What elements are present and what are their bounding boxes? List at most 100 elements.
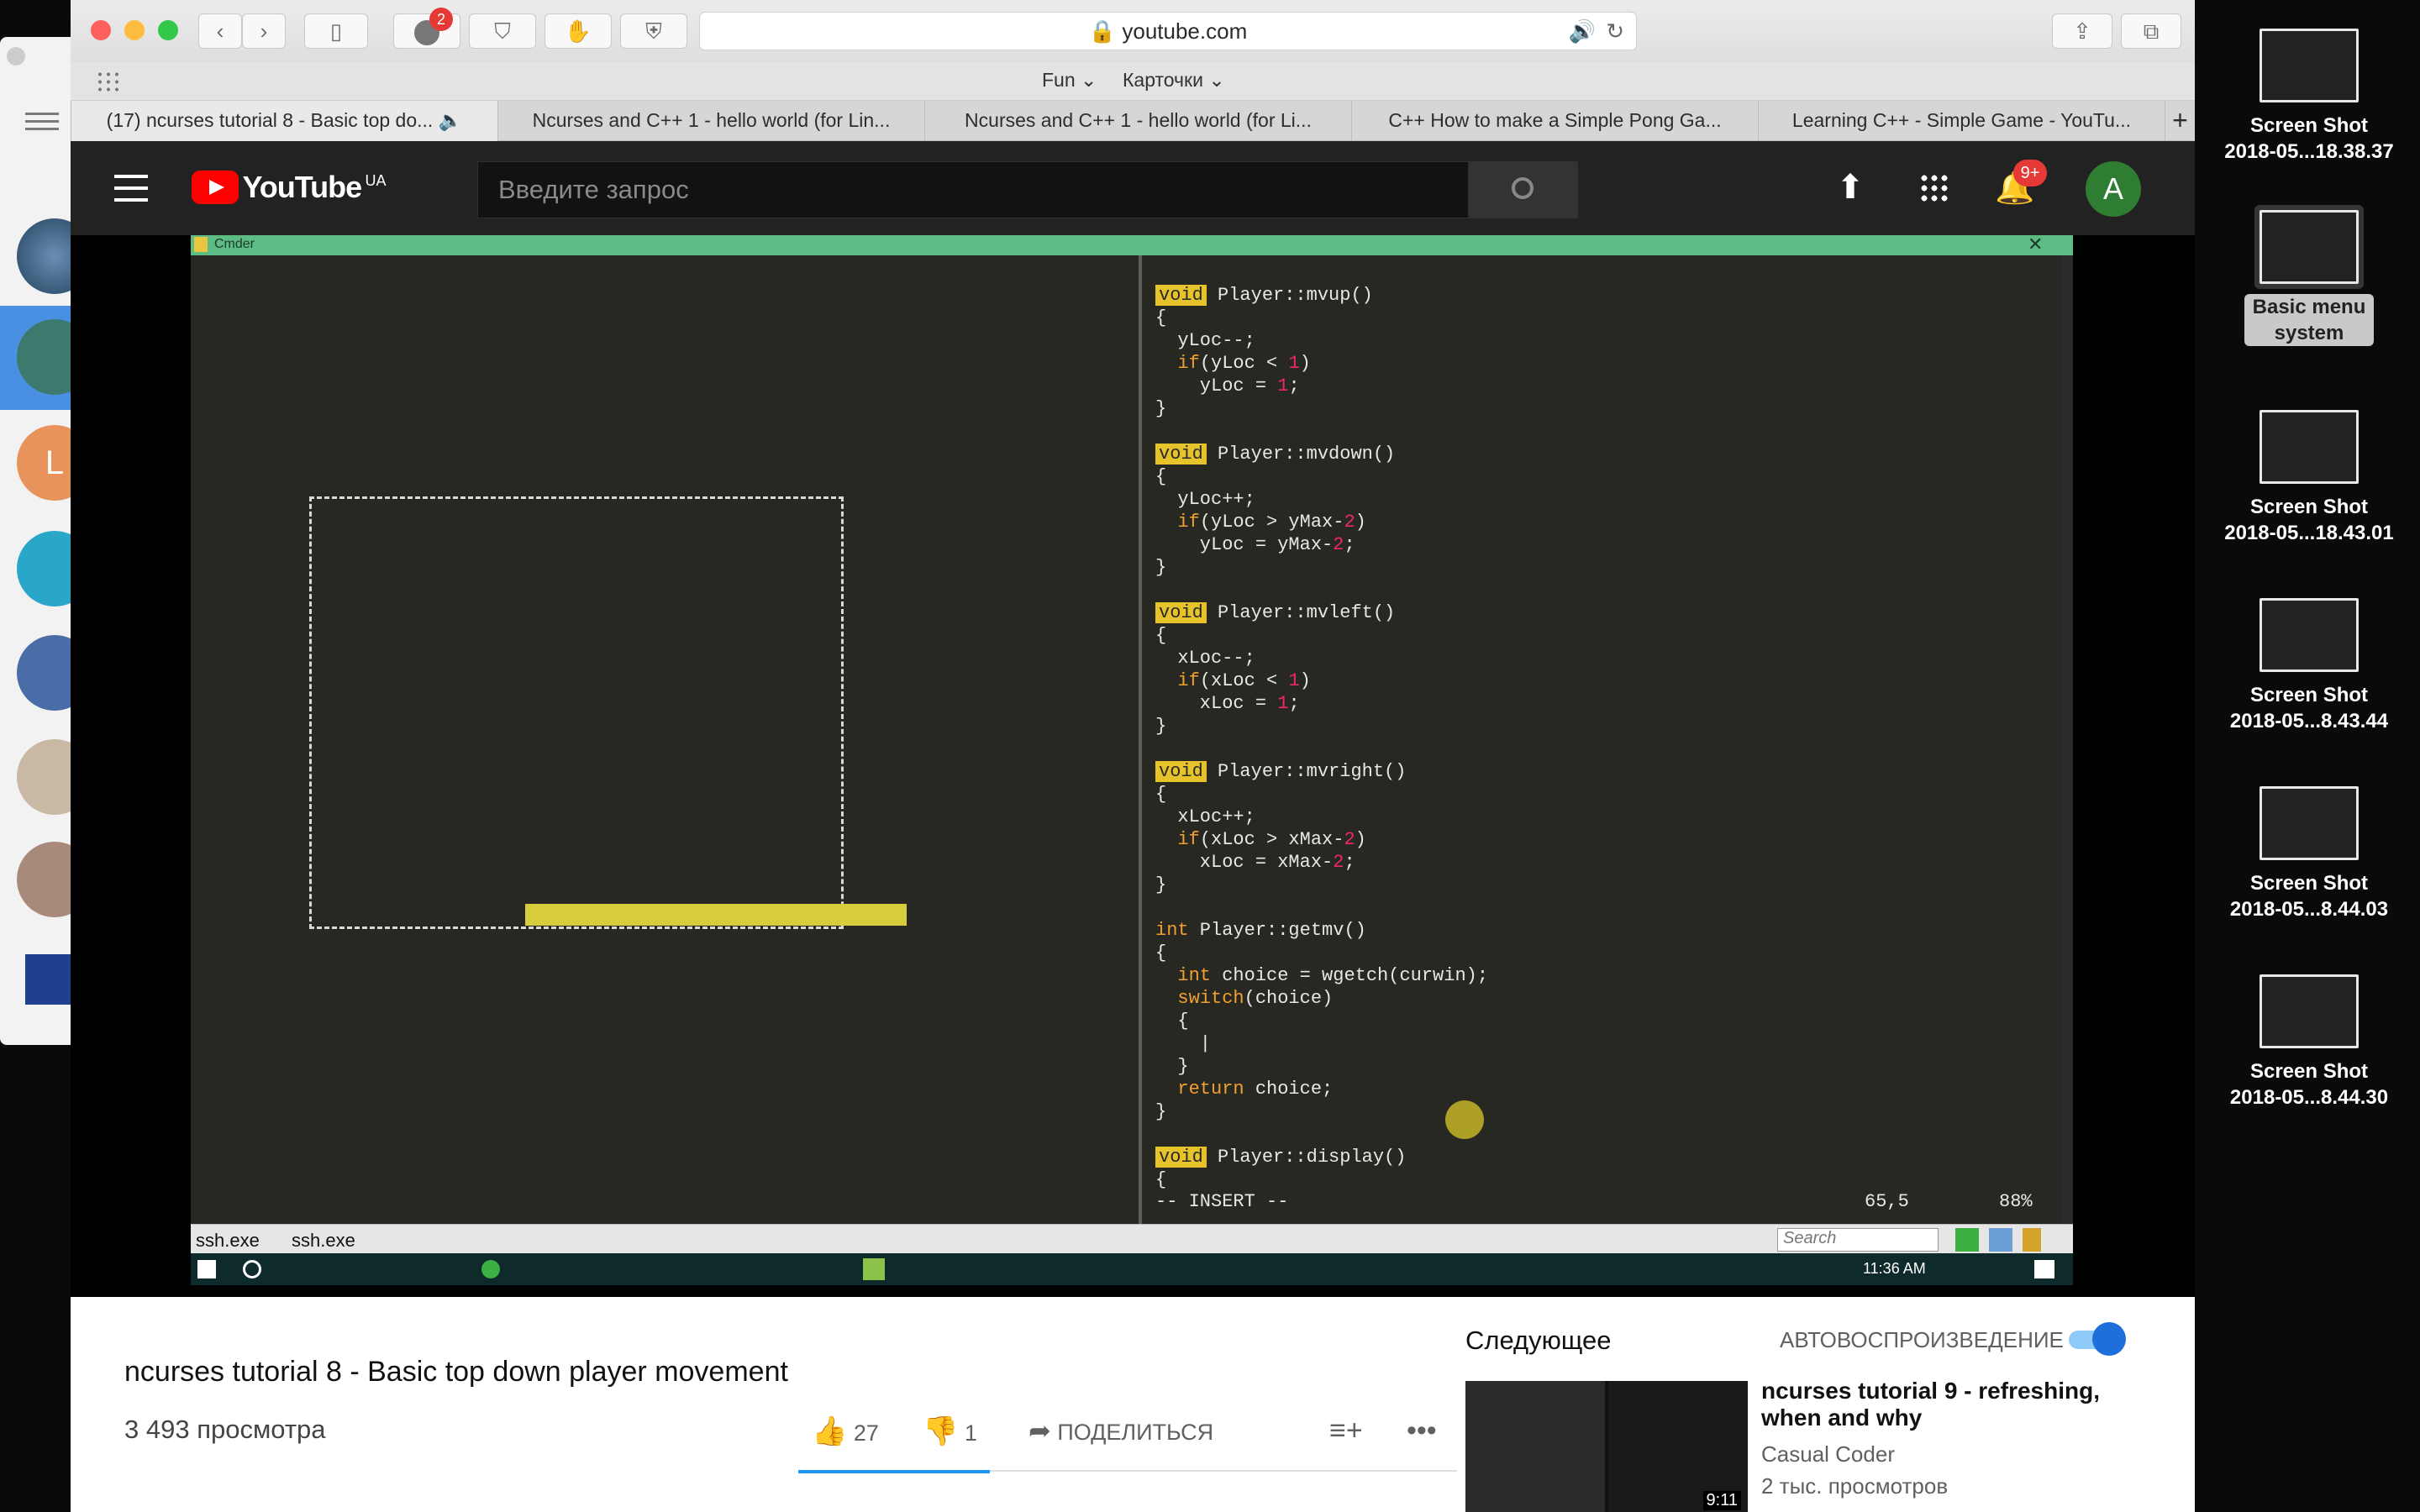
autoplay-toggle[interactable] [2065, 1322, 2128, 1356]
video-player[interactable]: Cmder ✕ void Player::mvup() { yLoc--; if… [71, 234, 2195, 1297]
pane-divider [1139, 255, 1142, 1224]
hamburger-menu-icon[interactable] [114, 175, 148, 202]
favorite-fun[interactable]: Fun ⌄ [1042, 69, 1097, 92]
desktop-file-icon[interactable]: Screen Shot 2018-05...8.44.03 [2208, 786, 2410, 922]
next-video-title[interactable]: ncurses tutorial 9 - refreshing, when an… [1761, 1378, 2114, 1431]
cmder-taskbar-icon[interactable] [863, 1258, 885, 1280]
file-name-line: Screen Shot [2249, 1060, 2369, 1083]
zoom-window-button[interactable] [158, 20, 178, 40]
share-button[interactable]: ➦ ПОДЕЛИТЬСЯ [1028, 1415, 1213, 1446]
tab[interactable]: Ncurses and C++ 1 - hello world (for Li.… [924, 101, 1351, 141]
windows-start-icon[interactable] [197, 1260, 216, 1278]
minimize-window-button[interactable] [124, 20, 145, 40]
dislike-button[interactable]: 👎 1 [923, 1415, 977, 1448]
search-button[interactable] [1469, 161, 1578, 218]
hamburger-menu-icon[interactable] [25, 108, 59, 133]
tab-bar: (17) ncurses tutorial 8 - Basic top do..… [71, 101, 2195, 141]
url-text: youtube.com [1122, 18, 1248, 44]
apps-grid-icon[interactable] [1919, 173, 1948, 202]
lock-icon[interactable] [2023, 1228, 2041, 1252]
file-name-line: Screen Shot [2249, 872, 2369, 895]
it-hub-logo[interactable] [25, 954, 76, 1005]
cmder-search-input[interactable]: Search [1777, 1228, 1939, 1252]
vim-statusline: -- INSERT -- 65,5 88% [1155, 1191, 2063, 1212]
like-button[interactable]: 👍 27 [812, 1415, 879, 1448]
back-icon[interactable]: ‹ [198, 13, 242, 49]
vim-mode: -- INSERT -- [1155, 1191, 1289, 1212]
desktop-file-icon[interactable]: Screen Shot 2018-05...8.44.30 [2208, 974, 2410, 1110]
share-icon[interactable]: ⇪ [2052, 13, 2112, 49]
adblock-badge: 2 [429, 8, 453, 31]
screenshot-thumbnail [2260, 974, 2359, 1048]
next-video-thumbnail[interactable]: 9:11 [1465, 1381, 1748, 1512]
file-name-line: Screen Shot [2249, 496, 2369, 518]
sidebar-icon[interactable]: ▯ [304, 13, 368, 49]
favorites-bar: Fun ⌄ Карточки ⌄ [71, 62, 2195, 101]
hand-extension-icon[interactable]: ✋ [544, 13, 612, 49]
windows-taskbar: 11:36 AM [191, 1253, 2073, 1285]
cmder-scrollbar[interactable] [2061, 255, 2073, 1224]
file-name-line: system [2274, 322, 2344, 344]
video-title: ncurses tutorial 8 - Basic top down play… [124, 1356, 788, 1388]
favorite-cards[interactable]: Карточки ⌄ [1123, 69, 1225, 92]
close-window-button[interactable] [91, 20, 111, 40]
account-avatar[interactable]: A [2086, 161, 2141, 217]
notifications-icon[interactable] [2034, 1260, 2054, 1278]
lambda-icon [194, 237, 208, 252]
tabs-overview-icon[interactable]: ⧉ [2121, 13, 2181, 49]
notification-count-badge: 9+ [2013, 160, 2047, 186]
background-app-window: L [0, 37, 92, 1045]
tab-active[interactable]: (17) ncurses tutorial 8 - Basic top do..… [71, 101, 497, 141]
tab[interactable]: Ncurses and C++ 1 - hello world (for Lin… [497, 101, 924, 141]
upload-icon[interactable]: ⬆ [1833, 168, 1867, 206]
screenshot-thumbnail [2260, 598, 2359, 672]
add-to-playlist-icon[interactable]: ≡+ [1329, 1415, 1363, 1447]
terminal-icon[interactable] [1989, 1228, 2012, 1252]
desktop-file-icon[interactable]: Screen Shot 2018-05...18.43.01 [2208, 410, 2410, 546]
screenshot-thumbnail [2260, 29, 2359, 102]
screenshot-thumbnail [2260, 410, 2359, 484]
spotify-icon[interactable] [481, 1260, 500, 1278]
forward-icon[interactable]: › [242, 13, 286, 49]
cmder-titlebar: Cmder ✕ [191, 234, 2073, 255]
chevron-down-icon: ⌄ [1208, 69, 1225, 91]
browser-toolbar: ‹ › ▯ 2 ⛉ ✋ ⛨ 🔒 youtube.com 🔊 ↻ ⇪ ⧉ [71, 0, 2195, 62]
grid-apps-icon[interactable] [96, 71, 121, 92]
search-input[interactable]: Введите запрос [477, 161, 1469, 218]
desktop-file-icon-selected[interactable]: Basic menu system [2208, 210, 2410, 346]
game-pane [191, 255, 1139, 1224]
youtube-logo-text: YouTube [242, 170, 362, 204]
next-video-channel[interactable]: Casual Coder [1761, 1441, 1895, 1467]
add-console-icon[interactable] [1955, 1228, 1979, 1252]
window-close-icon[interactable] [7, 47, 25, 66]
screenshot-thumbnail [2260, 786, 2359, 860]
thumbs-down-icon: 👎 [923, 1415, 959, 1447]
address-bar[interactable]: 🔒 youtube.com 🔊 ↻ [699, 12, 1637, 50]
code-editor: void Player::mvup() { yLoc--; if(yLoc < … [1155, 285, 1489, 1190]
cortana-icon[interactable] [243, 1260, 261, 1278]
close-icon[interactable]: ✕ [2028, 234, 2043, 255]
file-name-line: 2018-05...18.43.01 [2224, 522, 2394, 544]
browser-chrome: ‹ › ▯ 2 ⛉ ✋ ⛨ 🔒 youtube.com 🔊 ↻ ⇪ ⧉ Fun … [71, 0, 2195, 141]
more-actions-icon[interactable]: ••• [1407, 1415, 1437, 1447]
desktop-file-icon[interactable]: Screen Shot 2018-05...8.43.44 [2208, 598, 2410, 734]
desktop-file-icon[interactable]: Screen Shot 2018-05...18.38.37 [2208, 29, 2410, 165]
console-tab[interactable]: ssh.exe [292, 1230, 355, 1252]
youtube-logo[interactable]: YouTube UA [192, 170, 387, 208]
game-border [309, 496, 844, 929]
cmder-tab-strip: ssh.exe ssh.exe Search [191, 1224, 2073, 1253]
video-duration: 9:11 [1702, 1491, 1741, 1510]
cmder-title: Cmder [214, 237, 255, 251]
reload-icon[interactable]: ↻ [1606, 13, 1624, 50]
search-icon [1512, 177, 1534, 199]
adblock-button[interactable]: 2 [393, 8, 460, 49]
audio-playing-icon[interactable]: 🔊 [1569, 13, 1596, 50]
pocket-icon[interactable]: ⛉ [469, 13, 536, 49]
console-tab[interactable]: ssh.exe [196, 1230, 260, 1252]
tab[interactable]: C++ How to make a Simple Pong Ga... [1351, 101, 1758, 141]
new-tab-button[interactable]: + [2165, 101, 2195, 141]
file-name-line: 2018-05...8.43.44 [2229, 710, 2389, 732]
speaker-icon[interactable]: 🔈 [439, 109, 463, 131]
tab[interactable]: Learning C++ - Simple Game - YouTu... [1758, 101, 2165, 141]
shield-extension-icon[interactable]: ⛨ [620, 13, 687, 49]
